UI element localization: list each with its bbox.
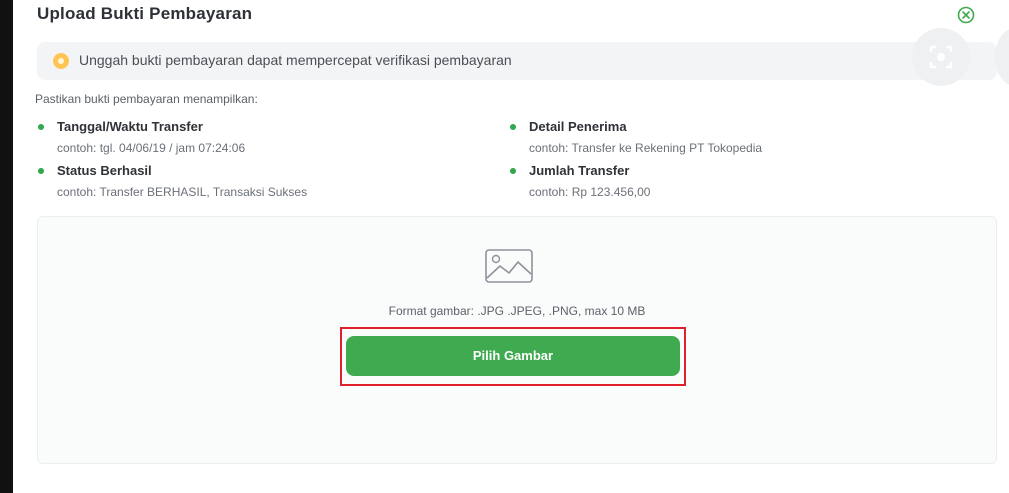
dialog-title: Upload Bukti Pembayaran <box>37 4 253 23</box>
choose-image-button[interactable]: Pilih Gambar <box>346 336 680 376</box>
info-dot-icon <box>53 53 69 69</box>
bullet-dot <box>38 124 44 130</box>
bullet-dot <box>510 168 516 174</box>
more-overlay-button[interactable] <box>995 28 1009 86</box>
format-hint: Format gambar: .JPG .JPEG, .PNG, max 10 … <box>388 304 646 318</box>
requirement-title: Tanggal/Waktu Transfer <box>57 119 203 134</box>
bullet-dot <box>510 124 516 130</box>
lens-icon <box>929 45 953 69</box>
close-icon[interactable] <box>957 6 975 24</box>
requirement-title: Detail Penerima <box>529 119 627 134</box>
lens-button[interactable] <box>912 28 970 86</box>
requirement-title: Status Berhasil <box>57 163 152 178</box>
info-banner: Unggah bukti pembayaran dapat mempercepa… <box>37 42 997 80</box>
requirement-example: contoh: Rp 123.456,00 <box>529 185 651 199</box>
info-banner-text: Unggah bukti pembayaran dapat mempercepa… <box>79 52 512 68</box>
left-edge-bar <box>0 0 13 493</box>
upload-dialog: Upload Bukti Pembayaran Unggah bukti pem… <box>13 0 1009 493</box>
image-placeholder-icon <box>485 249 533 283</box>
requirements-intro: Pastikan bukti pembayaran menampilkan: <box>35 92 258 106</box>
requirement-title: Jumlah Transfer <box>529 163 630 178</box>
requirement-example: contoh: tgl. 04/06/19 / jam 07:24:06 <box>57 141 246 155</box>
requirement-example: contoh: Transfer BERHASIL, Transaksi Suk… <box>57 185 308 199</box>
bullet-dot <box>38 168 44 174</box>
upload-dropzone[interactable]: Format gambar: .JPG .JPEG, .PNG, max 10 … <box>37 216 997 464</box>
requirement-example: contoh: Transfer ke Rekening PT Tokopedi… <box>529 141 763 155</box>
